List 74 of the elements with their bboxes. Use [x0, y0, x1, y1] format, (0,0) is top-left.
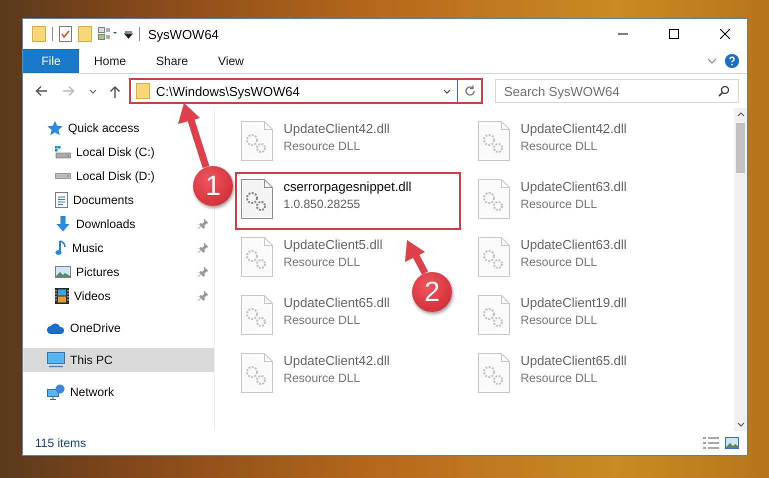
file-gear-icon — [478, 179, 510, 219]
file-gear-icon — [241, 237, 274, 277]
star-icon — [47, 120, 63, 136]
file-item[interactable]: UpdateClient42.dll Resource DLL — [472, 114, 633, 172]
file-item[interactable]: UpdateClient65.dll Resource DLL — [472, 346, 633, 404]
file-gear-icon — [241, 295, 274, 335]
nav-item[interactable]: Local Disk (D:) — [23, 164, 166, 188]
file-gear-icon — [478, 237, 510, 277]
file-item[interactable]: UpdateClient65.dll Resource DLL — [235, 288, 396, 346]
nav-item[interactable]: Quick access — [23, 116, 150, 140]
callout-arrow — [405, 240, 428, 275]
back-icon[interactable] — [35, 85, 48, 97]
nav-item[interactable]: OneDrive — [23, 316, 132, 340]
expand-ribbon-icon — [707, 58, 717, 64]
ribbon-tab[interactable]: Home — [79, 49, 142, 73]
dropdown-icon — [443, 88, 451, 94]
recent-locations-icon[interactable] — [89, 88, 97, 94]
properties-icon — [59, 26, 72, 42]
search-icon — [718, 85, 730, 97]
scroll-down-icon[interactable] — [736, 422, 745, 427]
file-gear-icon — [241, 179, 274, 219]
refresh-icon[interactable] — [464, 85, 476, 97]
cloud-icon — [47, 322, 65, 334]
nav-item[interactable]: Local Disk (C:) — [23, 140, 166, 164]
nav-item[interactable]: Videos — [23, 284, 214, 308]
close-icon — [720, 29, 730, 39]
film-icon — [55, 288, 69, 304]
nav-item[interactable]: Music — [23, 236, 214, 260]
file-item[interactable]: UpdateClient5.dll Resource DLL — [235, 230, 388, 288]
details-view-icon[interactable] — [703, 437, 719, 449]
drive-icon — [55, 173, 71, 179]
file-item[interactable]: UpdateClient63.dll Resource DLL — [472, 230, 633, 288]
view-options-icon — [98, 27, 118, 41]
callout-arrow — [178, 103, 210, 168]
address-bar[interactable]: C:\Windows\SysWOW64 — [129, 78, 483, 104]
scroll-up-icon[interactable] — [736, 112, 745, 117]
computer-icon — [47, 352, 65, 368]
file-item[interactable]: UpdateClient19.dll Resource DLL — [472, 288, 633, 346]
window-title: SysWOW64 — [148, 26, 219, 42]
file-gear-icon — [478, 353, 510, 393]
scroll-thumb[interactable] — [736, 123, 746, 173]
download-arrow-icon — [55, 216, 71, 232]
drive-icon — [55, 146, 71, 158]
file-gear-icon — [478, 121, 510, 161]
large-icons-view-icon[interactable] — [725, 437, 739, 449]
nav-item[interactable]: Documents — [23, 188, 145, 212]
file-gear-icon — [241, 353, 274, 393]
folder-icon — [32, 26, 46, 42]
nav-item[interactable]: Pictures — [23, 260, 214, 284]
nav-item[interactable]: This PC — [23, 348, 214, 372]
nav-item[interactable]: Downloads — [23, 212, 214, 236]
file-menu-button[interactable]: File — [23, 49, 79, 73]
nav-item[interactable]: Network — [23, 380, 126, 404]
maximize-icon — [668, 29, 678, 39]
help-icon[interactable] — [725, 54, 739, 68]
file-gear-icon — [241, 121, 274, 161]
network-icon — [47, 384, 65, 400]
ribbon-tab[interactable]: View — [203, 49, 259, 73]
folder-icon — [136, 83, 150, 99]
file-gear-icon — [478, 295, 510, 335]
picture-icon — [55, 266, 71, 278]
document-icon — [55, 192, 68, 208]
file-item[interactable]: cserrorpagesnippet.dll 1.0.850.28255 — [235, 172, 462, 230]
up-icon[interactable] — [109, 84, 121, 98]
item-count: 115 items — [35, 436, 86, 450]
ribbon-tab[interactable]: Share — [141, 49, 204, 73]
new-folder-icon — [78, 26, 92, 42]
search-field[interactable]: Search SysWOW64 — [495, 79, 739, 103]
scrollbar[interactable] — [734, 108, 747, 431]
file-item[interactable]: UpdateClient42.dll Resource DLL — [235, 114, 396, 172]
file-item[interactable]: UpdateClient42.dll Resource DLL — [235, 346, 396, 404]
music-note-icon — [55, 240, 67, 256]
customize-toolbar-icon — [124, 29, 133, 39]
file-item[interactable]: UpdateClient63.dll Resource DLL — [472, 172, 633, 230]
